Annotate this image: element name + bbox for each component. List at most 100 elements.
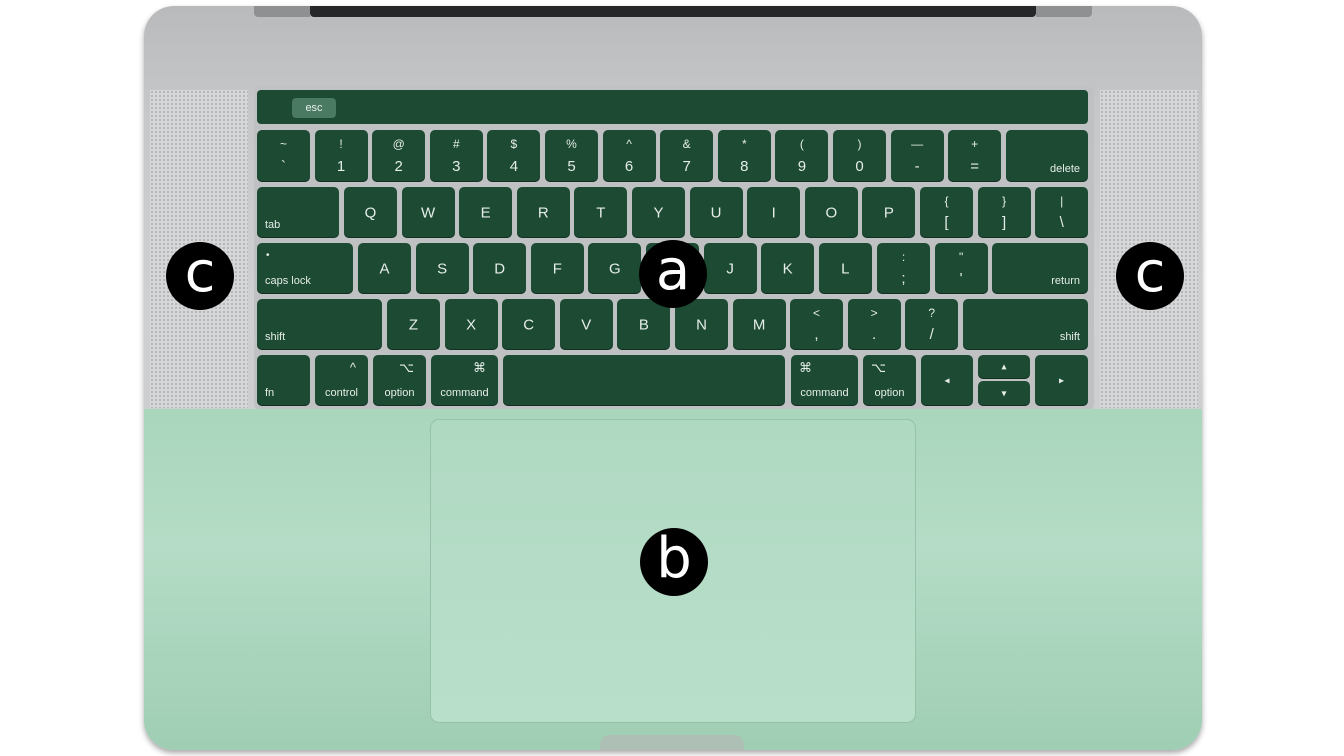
key-legend: E: [480, 204, 491, 221]
key-k[interactable]: K: [761, 243, 815, 294]
key-i[interactable]: I: [747, 187, 801, 238]
key-q-sym-0[interactable]: {[: [920, 187, 973, 238]
key-num-0[interactable]: ~ `: [257, 130, 310, 182]
lid-notch: [600, 735, 744, 750]
key-a-sym-1[interactable]: " ': [934, 243, 988, 294]
command-right-key[interactable]: ⌘ command: [791, 355, 858, 406]
esc-key[interactable]: esc: [292, 98, 336, 118]
key-z-sym-2[interactable]: ? /: [905, 299, 959, 350]
arrow-down-key[interactable]: ▾: [978, 381, 1030, 406]
key-legend: \: [1059, 214, 1064, 231]
key-num-1[interactable]: ! 1: [314, 130, 368, 182]
key-shift-legend: %: [566, 137, 577, 151]
key-a-sym-0[interactable]: :;: [877, 243, 930, 294]
arrow-right-icon: ▸: [1058, 375, 1065, 386]
control-label: control: [324, 387, 359, 399]
key-legend: J: [726, 260, 734, 277]
option-right-key[interactable]: ⌥ option: [863, 355, 916, 406]
key-z-sym-1[interactable]: >.: [847, 299, 901, 350]
key-num-9[interactable]: (9: [775, 130, 829, 182]
command-right-symbol: ⌘: [799, 360, 812, 375]
key-num-10[interactable]: ) 0: [833, 130, 886, 182]
key-num-8[interactable]: * 8: [717, 130, 771, 182]
key-legend: ;: [901, 270, 906, 287]
key-num-12[interactable]: + =: [948, 130, 1002, 182]
return-label: return: [1051, 275, 1080, 287]
key-shift-legend: $: [510, 137, 518, 151]
arrow-up-key[interactable]: ▴: [978, 355, 1030, 379]
option-right-label: option: [874, 387, 905, 399]
key-legend: ': [959, 270, 963, 287]
space-bar[interactable]: [503, 355, 785, 406]
arrow-right-key[interactable]: ▸: [1035, 355, 1088, 406]
key-q[interactable]: Q: [344, 187, 397, 238]
touch-bar[interactable]: esc: [257, 90, 1088, 124]
key-w[interactable]: W: [401, 187, 455, 238]
key-q-sym-1[interactable]: }]: [977, 187, 1031, 238]
key-num-11[interactable]: — -: [890, 130, 944, 182]
key-m[interactable]: M: [732, 299, 786, 350]
arrow-down-icon: ▾: [1001, 388, 1007, 399]
key-o[interactable]: O: [804, 187, 858, 238]
tab-key[interactable]: tab: [257, 187, 339, 238]
key-shift-legend: #: [452, 137, 460, 151]
key-legend: 6: [624, 158, 634, 175]
command-left-key[interactable]: ⌘ command: [431, 355, 498, 406]
key-f[interactable]: F: [530, 243, 584, 294]
key-shift-legend: :: [901, 250, 906, 264]
key-x[interactable]: X: [444, 299, 498, 350]
key-num-3[interactable]: #3: [429, 130, 483, 182]
key-legend: 9: [797, 158, 807, 175]
key-legend: Y: [653, 204, 664, 221]
key-legend: R: [537, 204, 549, 221]
key-num-2[interactable]: @2: [372, 130, 426, 182]
key-j[interactable]: J: [703, 243, 757, 294]
key-z[interactable]: Z: [387, 299, 440, 350]
key-shift-legend: (: [799, 137, 804, 151]
key-legend: W: [421, 204, 436, 221]
key-num-6[interactable]: ^ 6: [602, 130, 656, 182]
key-l[interactable]: L: [818, 243, 872, 294]
key-legend: I: [771, 204, 776, 221]
delete-key[interactable]: delete: [1006, 130, 1088, 182]
key-legend: N: [696, 316, 707, 333]
key-legend: T: [596, 204, 606, 221]
key-legend: 7: [682, 158, 691, 175]
key-r[interactable]: R: [516, 187, 570, 238]
key-g[interactable]: G: [588, 243, 642, 294]
key-q-sym-2[interactable]: | \: [1035, 187, 1089, 238]
shift-left-key[interactable]: shift: [257, 299, 382, 350]
key-legend: 0: [855, 158, 864, 175]
key-n[interactable]: N: [675, 299, 728, 350]
key-b[interactable]: B: [617, 299, 671, 350]
key-legend: 3: [452, 158, 461, 175]
key-num-5[interactable]: % 5: [545, 130, 598, 182]
key-v[interactable]: V: [559, 299, 613, 350]
key-t[interactable]: T: [574, 187, 628, 238]
control-key[interactable]: ^ control: [315, 355, 368, 406]
key-e[interactable]: E: [459, 187, 513, 238]
key-num-4[interactable]: $4: [487, 130, 541, 182]
key-p[interactable]: P: [862, 187, 916, 238]
key-legend: =: [970, 158, 980, 175]
shift-right-key[interactable]: shift: [963, 299, 1088, 350]
key-u[interactable]: U: [689, 187, 743, 238]
return-key[interactable]: return: [992, 243, 1088, 294]
key-num-7[interactable]: & 7: [660, 130, 714, 182]
key-z-sym-0[interactable]: <,: [790, 299, 843, 350]
caps-lock-key[interactable]: • caps lock: [257, 243, 353, 294]
key-a[interactable]: A: [358, 243, 411, 294]
key-d[interactable]: D: [473, 243, 527, 294]
option-left-key[interactable]: ⌥ option: [373, 355, 426, 406]
fn-key[interactable]: fn: [257, 355, 310, 406]
key-legend: Q: [364, 204, 377, 221]
key-legend: `: [281, 158, 286, 175]
key-s[interactable]: S: [415, 243, 469, 294]
key-legend: 1: [336, 158, 346, 175]
key-y[interactable]: Y: [632, 187, 685, 238]
key-legend: G: [609, 260, 621, 277]
label-c-speaker-left: c: [166, 242, 234, 310]
key-c[interactable]: C: [502, 299, 556, 350]
label-a-keyboard: a: [639, 240, 707, 308]
arrow-left-key[interactable]: ◂: [921, 355, 973, 406]
